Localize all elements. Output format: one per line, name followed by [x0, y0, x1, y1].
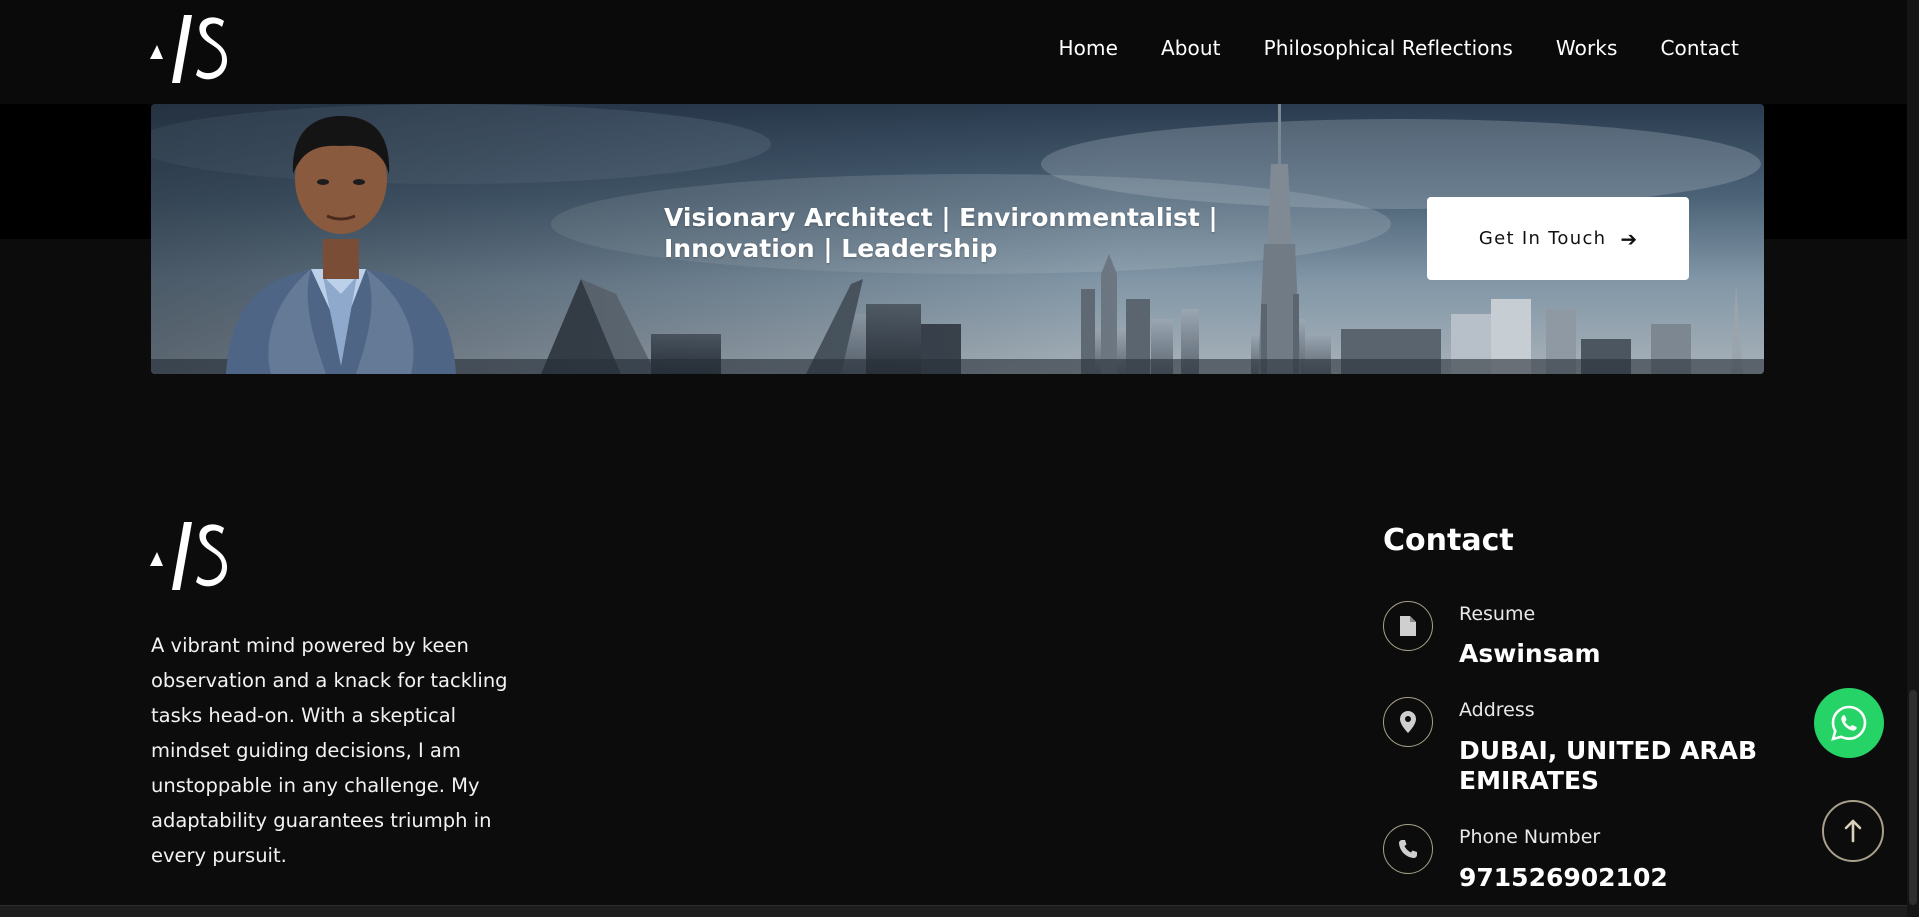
nav-home[interactable]: Home [1059, 36, 1118, 60]
contact-address-label: Address [1459, 699, 1535, 721]
as-logo[interactable] [150, 15, 228, 83]
nav-about[interactable]: About [1161, 36, 1221, 60]
bottom-bar [0, 905, 1907, 917]
document-icon [1383, 601, 1433, 651]
get-in-touch-button[interactable]: Get In Touch ➔ [1427, 197, 1689, 280]
contact-heading: Contact [1383, 523, 1514, 558]
banner-tagline: Visionary Architect | Environmentalist |… [664, 203, 1218, 263]
location-pin-icon [1383, 697, 1433, 747]
nav-works[interactable]: Works [1556, 36, 1618, 60]
phone-icon [1383, 824, 1433, 874]
site-header: Home About Philosophical Reflections Wor… [0, 0, 1919, 104]
footer-as-logo[interactable] [150, 522, 228, 590]
scrollbar-thumb[interactable] [1909, 690, 1917, 905]
main-nav: Home About Philosophical Reflections Wor… [1059, 36, 1739, 60]
hero-banner: Visionary Architect | Environmentalist |… [151, 104, 1764, 374]
contact-address-value: DUBAI, UNITED ARAB EMIRATES [1459, 736, 1758, 795]
footer-about-text: A vibrant mind powered by keen observati… [151, 634, 508, 867]
contact-resume-value[interactable]: Aswinsam [1459, 639, 1789, 669]
whatsapp-button[interactable] [1814, 688, 1884, 758]
nav-contact[interactable]: Contact [1660, 36, 1739, 60]
arrow-right-icon: ➔ [1620, 226, 1638, 251]
get-in-touch-label: Get In Touch [1478, 228, 1607, 249]
contact-resume-label: Resume [1459, 603, 1536, 625]
arrow-up-icon [1844, 819, 1862, 843]
scroll-to-top-button[interactable] [1822, 800, 1884, 862]
nav-philosophical-reflections[interactable]: Philosophical Reflections [1264, 36, 1513, 60]
contact-phone-label: Phone Number [1459, 826, 1601, 848]
whatsapp-icon [1831, 705, 1867, 741]
contact-phone-value[interactable]: 971526902102 [1459, 863, 1789, 893]
